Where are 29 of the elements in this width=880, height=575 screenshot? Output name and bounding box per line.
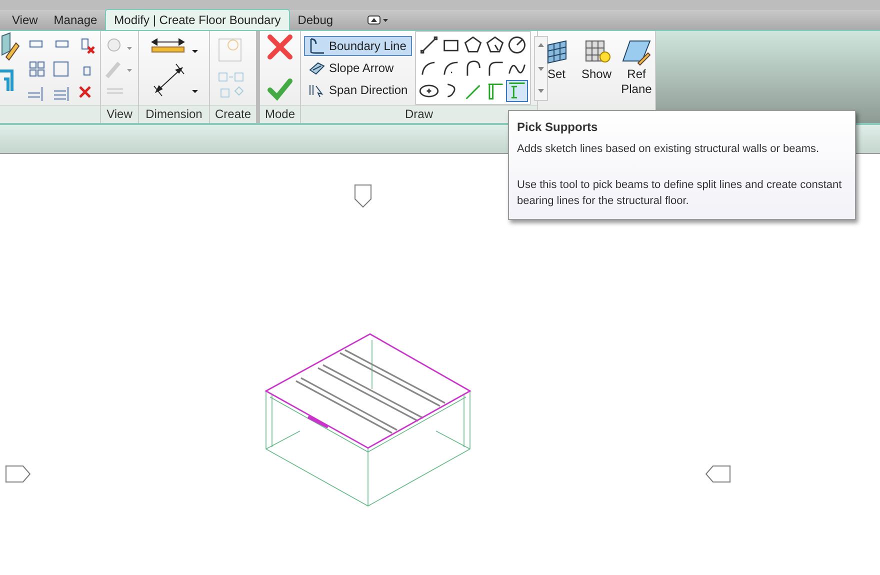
tooltip-title: Pick Supports <box>517 119 599 135</box>
panel-label: Draw <box>301 105 537 122</box>
ribbon-tab[interactable]: View <box>4 10 46 30</box>
work-plane-button[interactable]: Set <box>540 37 574 82</box>
cancel-icon[interactable] <box>266 33 294 61</box>
draw-mode-button[interactable]: Boundary Line <box>304 36 412 56</box>
draw-tool-icon[interactable] <box>418 34 440 56</box>
draw-tool-icon[interactable] <box>506 34 528 56</box>
ribbon-tab[interactable]: Manage <box>46 10 106 30</box>
tool-icon <box>308 38 326 54</box>
elevation-marker-icon[interactable] <box>705 466 730 482</box>
tool-icon <box>308 60 326 76</box>
tooltip-summary: Adds sketch lines based on existing structural walls or beams. <box>517 142 820 157</box>
panel-label: View <box>101 105 138 122</box>
gallery-scrollbar[interactable] <box>534 36 548 100</box>
elevation-marker-icon[interactable] <box>6 466 31 482</box>
elevation-marker-icon[interactable] <box>354 184 372 208</box>
minimize-ribbon-icon[interactable] <box>367 15 390 25</box>
work-plane-button[interactable]: Show <box>580 37 614 82</box>
panel-label: Dimension <box>139 105 209 122</box>
panel-label: Mode <box>260 105 300 122</box>
draw-mode-button[interactable]: Slope Arrow <box>304 58 412 78</box>
ribbon-tab[interactable]: Debug <box>290 10 342 30</box>
draw-mode-button[interactable]: Span Direction <box>304 80 412 100</box>
work-plane-button[interactable]: Ref Plane <box>620 37 654 97</box>
ribbon-tab[interactable]: Modify | Create Floor Boundary <box>105 9 290 30</box>
tool-icon <box>308 82 326 98</box>
panel-label: Create <box>210 105 256 122</box>
tooltip-details: Use this tool to pick beams to define split lines and create constant bearing lines for the structural floor. <box>517 178 843 209</box>
